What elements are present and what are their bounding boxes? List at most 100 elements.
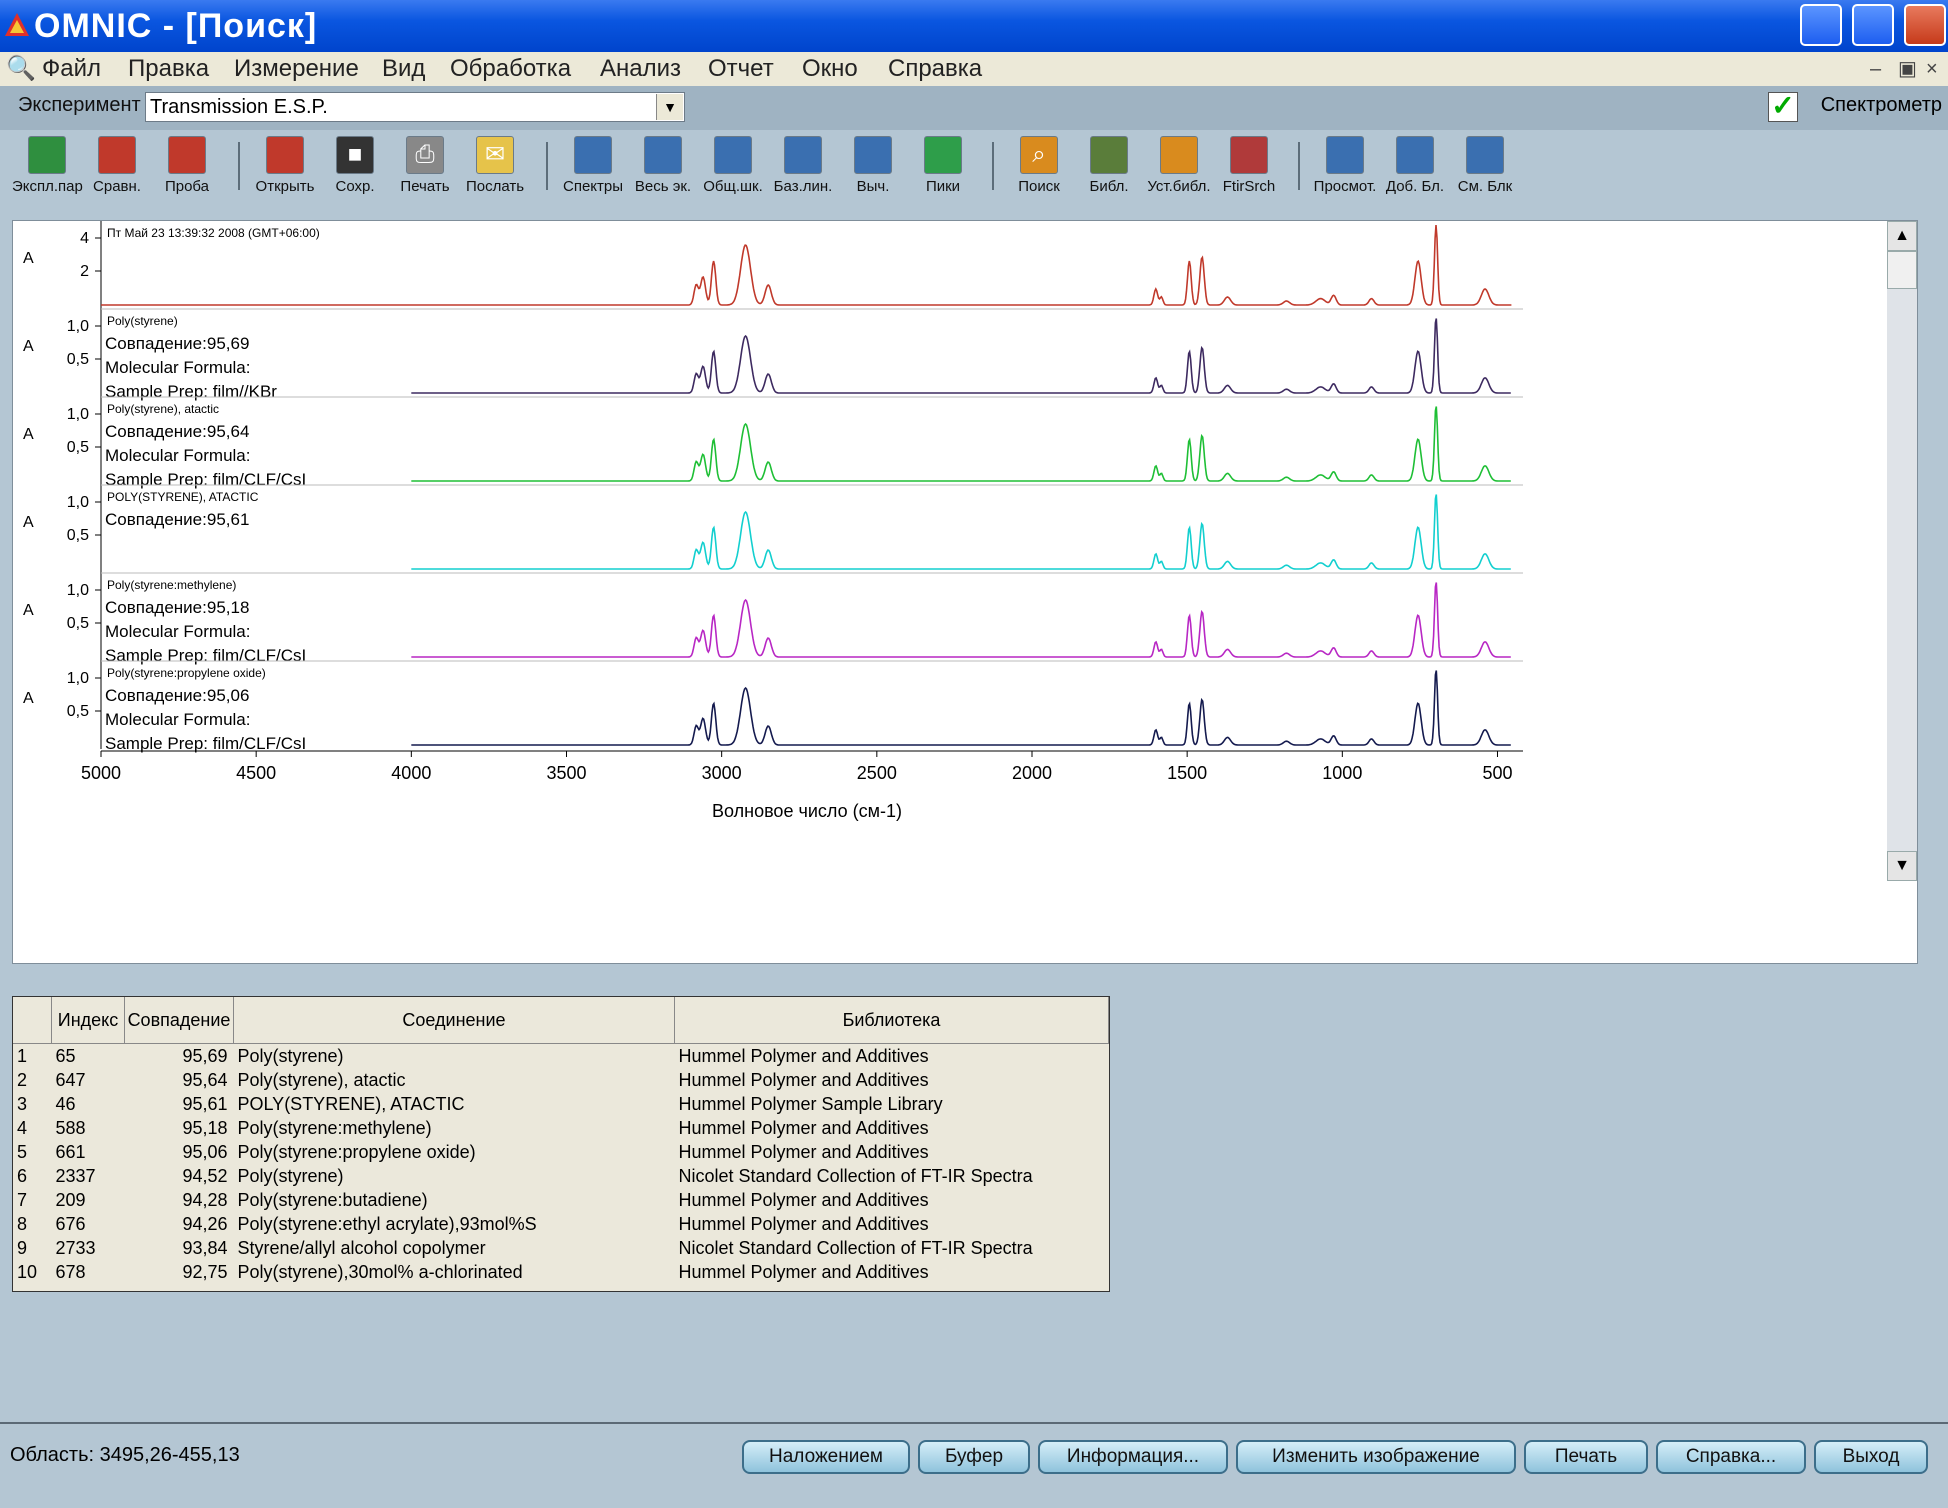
experiment-select[interactable]: Transmission E.S.P. ▼ (145, 92, 685, 122)
toolbar-button-library[interactable]: Библ. (1074, 136, 1144, 208)
match-info-text: Совпадение:95,69 (105, 334, 249, 353)
menu-help[interactable]: Справка (888, 52, 982, 86)
experiment-bar: Эксперимент Transmission E.S.P. ▼ ✓ Спек… (0, 86, 1948, 130)
toolbar-button-add-block[interactable]: Доб. Бл. (1380, 136, 1450, 208)
toolbar-button-baseline[interactable]: Баз.лин. (768, 136, 838, 208)
clipboard-button[interactable]: Буфер (918, 1440, 1030, 1474)
change-display-button[interactable]: Изменить изображение (1236, 1440, 1516, 1474)
panel-header: Poly(styrene) (107, 314, 178, 328)
toolbar-button-background[interactable]: Сравн. (82, 136, 152, 208)
help-button[interactable]: Справка... (1656, 1440, 1806, 1474)
x-tick-label: 4500 (236, 763, 276, 783)
spectrum-line (411, 406, 1511, 482)
toolbar-label: Сохр. (335, 178, 375, 195)
row-compound: Poly(styrene), atactic (237, 1070, 406, 1090)
info-button[interactable]: Информация... (1038, 1440, 1228, 1474)
toolbar-button-open[interactable]: Открыть (250, 136, 320, 208)
y-tick-label: 1,0 (67, 406, 89, 423)
x-tick-label: 1000 (1322, 763, 1362, 783)
toolbar-label: Печать (400, 178, 450, 195)
mdi-restore-icon[interactable]: ▣ (1898, 52, 1917, 86)
row-number: 5 (17, 1142, 28, 1162)
menu-window[interactable]: Окно (802, 52, 858, 86)
scroll-up-icon[interactable]: ▲ (1887, 221, 1917, 251)
toolbar-button-view-block[interactable]: См. Блк (1450, 136, 1520, 208)
display-spectra-icon (574, 136, 612, 174)
table-row[interactable]: 8 676 94,26 Poly(styrene:ethyl acrylate),93… (13, 1212, 1109, 1236)
maximize-button[interactable] (1852, 4, 1894, 46)
table-row[interactable]: 1 65 95,69 Poly(styrene) Hummel Polymer and … (13, 1044, 1109, 1069)
row-index: 65 (55, 1046, 76, 1066)
table-row[interactable]: 3 46 95,61 POLY(STYRENE), ATACTIC Hummel Pol… (13, 1092, 1109, 1116)
y-tick-label: 0,5 (67, 703, 89, 720)
toolbar-separator (238, 142, 240, 190)
row-match: 93,84 (182, 1238, 228, 1258)
col-compound[interactable]: Соединение (233, 997, 675, 1044)
table-row[interactable]: 7 209 94,28 Poly(styrene:butadiene) Hummel P… (13, 1188, 1109, 1212)
scroll-thumb[interactable] (1887, 251, 1917, 289)
toolbar-button-mail[interactable]: ✉ Послать (460, 136, 530, 208)
row-number: 6 (17, 1166, 28, 1186)
table-row[interactable]: 4 588 95,18 Poly(styrene:methylene) Hummel P… (13, 1116, 1109, 1140)
close-button[interactable] (1904, 4, 1946, 46)
exit-button[interactable]: Выход (1814, 1440, 1928, 1474)
match-info-text: Molecular Formula: (105, 358, 251, 377)
menu-view[interactable]: Вид (382, 52, 425, 86)
x-tick-label: 3000 (702, 763, 742, 783)
toolbar-button-library-setup[interactable]: Уст.библ. (1144, 136, 1214, 208)
row-number: 8 (17, 1214, 28, 1234)
toolbar-label: Сравн. (93, 178, 141, 195)
toolbar-label: Уст.библ. (1147, 178, 1211, 195)
spectra-plot: Пт Май 23 13:39:32 2008 (GMT+06:00) A 4 2 Po… (12, 220, 1918, 964)
toolbar-button-ftir-search[interactable]: FtirSrch (1214, 136, 1284, 208)
toolbar-button-print[interactable]: ⎙ Печать (390, 136, 460, 208)
x-tick-label: 1500 (1167, 763, 1207, 783)
table-row[interactable]: 10 678 92,75 Poly(styrene),30mol% a-chlorin… (13, 1260, 1109, 1284)
col-library[interactable]: Библиотека (674, 997, 1109, 1044)
minimize-button[interactable] (1800, 4, 1842, 46)
y-tick-label: 0,5 (67, 527, 89, 544)
toolbar-button-subtract[interactable]: Выч. (838, 136, 908, 208)
menu-process[interactable]: Обработка (450, 52, 571, 86)
menu-edit[interactable]: Правка (128, 52, 209, 86)
save-icon: ■ (336, 136, 374, 174)
toolbar-label: Просмот. (1313, 178, 1377, 195)
match-info-text: Sample Prep: film/CLF/CsI (105, 734, 306, 753)
menu-report[interactable]: Отчет (708, 52, 774, 86)
col-rownum (13, 997, 52, 1044)
plot-scrollbar[interactable]: ▲ ▼ (1887, 221, 1917, 881)
table-row[interactable]: 5 661 95,06 Poly(styrene:propylene oxide) Hu… (13, 1140, 1109, 1164)
print-button[interactable]: Печать (1524, 1440, 1648, 1474)
row-library: Nicolet Standard Collection of FT-IR Spe… (678, 1166, 1033, 1186)
toolbar-button-sample[interactable]: Проба (152, 136, 222, 208)
toolbar-button-peaks[interactable]: Пики (908, 136, 978, 208)
menu-collect[interactable]: Измерение (234, 52, 359, 86)
toolbar-button-display-spectra[interactable]: Спектры (558, 136, 628, 208)
scroll-down-icon[interactable]: ▼ (1887, 851, 1917, 881)
mdi-minimize-icon[interactable]: – (1870, 52, 1881, 86)
table-row[interactable]: 9 2733 93,84 Styrene/allyl alcohol copolyme… (13, 1236, 1109, 1260)
toolbar-button-view[interactable]: Просмот. (1310, 136, 1380, 208)
toolbar-label: Весь эк. (634, 178, 692, 195)
menu-file[interactable]: Файл (42, 52, 101, 86)
spectrometer-check-icon: ✓ (1768, 92, 1798, 122)
toolbar-button-save[interactable]: ■ Сохр. (320, 136, 390, 208)
menu-analyze[interactable]: Анализ (600, 52, 681, 86)
toolbar-button-common-scale[interactable]: Общ.шк. (698, 136, 768, 208)
toolbar-button-full-scale[interactable]: Весь эк. (628, 136, 698, 208)
row-number: 1 (17, 1046, 28, 1066)
table-row[interactable]: 2 647 95,64 Poly(styrene), atactic Hummel Po… (13, 1068, 1109, 1092)
view-block-icon (1466, 136, 1504, 174)
toolbar-button-experiment-setup[interactable]: Экспл.пар (12, 136, 83, 208)
col-index[interactable]: Индекс (51, 997, 125, 1044)
table-row[interactable]: 6 2337 94,52 Poly(styrene) Nicolet Standard … (13, 1164, 1109, 1188)
match-info-text: Совпадение:95,61 (105, 510, 249, 529)
y-tick-label: 1,0 (67, 494, 89, 511)
chevron-down-icon[interactable]: ▼ (656, 94, 683, 120)
overlay-button[interactable]: Наложением (742, 1440, 910, 1474)
row-library: Hummel Polymer and Additives (678, 1046, 929, 1066)
sample-icon (168, 136, 206, 174)
col-match[interactable]: Совпадение (124, 997, 234, 1044)
toolbar-button-search[interactable]: ⌕ Поиск (1004, 136, 1074, 208)
mdi-close-icon[interactable]: × (1926, 52, 1938, 86)
